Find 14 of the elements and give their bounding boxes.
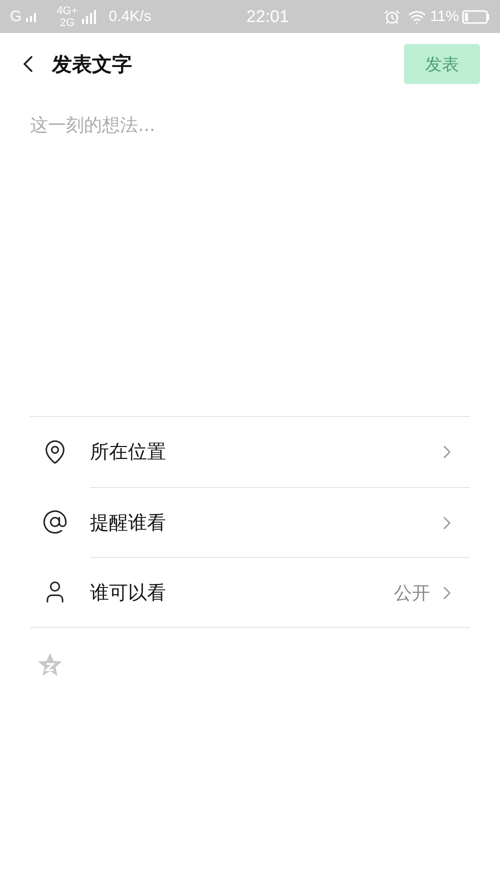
page-title: 发表文字 bbox=[52, 50, 132, 78]
option-row[interactable]: 提醒谁看 bbox=[90, 486, 470, 558]
signal-icon bbox=[24, 12, 39, 22]
option-label: 提醒谁看 bbox=[90, 510, 167, 536]
option-row[interactable]: 谁可以看 公开 bbox=[90, 556, 470, 628]
option-label: 所在位置 bbox=[90, 440, 167, 465]
battery-icon bbox=[462, 10, 490, 24]
alarm-icon bbox=[384, 8, 400, 24]
option-label: 谁可以看 bbox=[90, 580, 167, 606]
star-icon[interactable] bbox=[37, 652, 63, 677]
option-value: 公开 bbox=[394, 582, 430, 604]
signal-icon bbox=[80, 10, 97, 24]
at-sign-icon bbox=[42, 509, 68, 535]
option-row[interactable]: 所在位置 bbox=[90, 417, 470, 487]
